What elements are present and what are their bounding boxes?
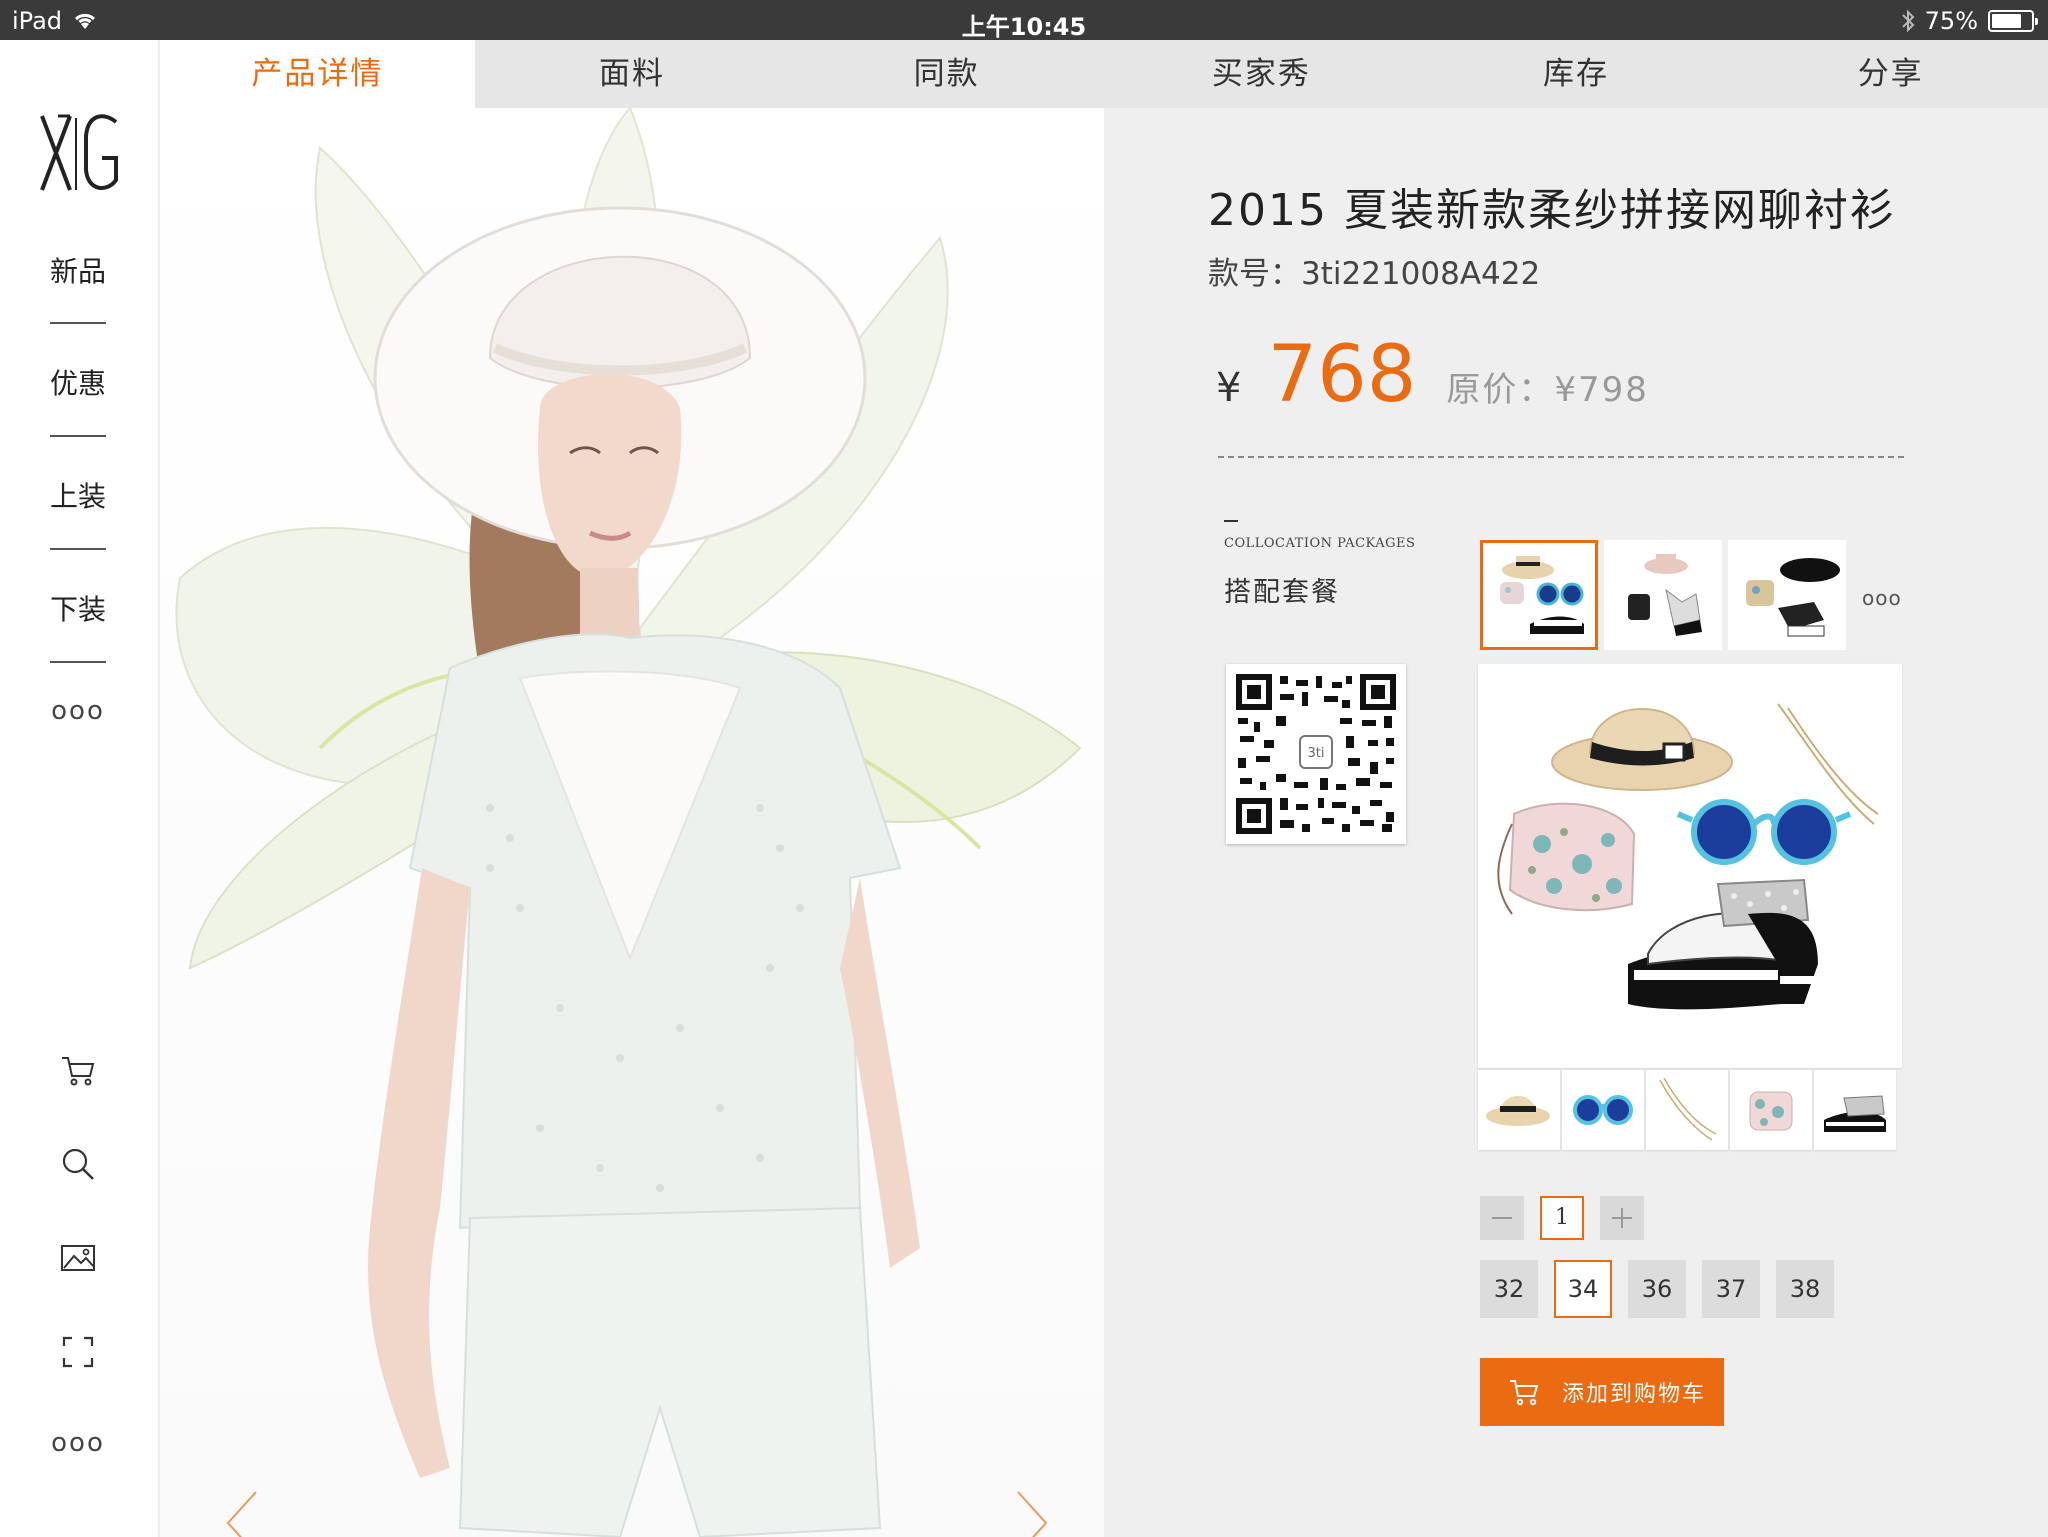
package-thumb[interactable] [1728, 540, 1846, 650]
package-mark [1224, 520, 1238, 522]
package-item-thumb[interactable] [1562, 1070, 1644, 1150]
tab-inventory[interactable]: 库存 [1419, 40, 1734, 108]
battery-fill [1992, 14, 2021, 28]
image-icon[interactable] [58, 1238, 98, 1278]
necklace-thumb-image [1659, 1077, 1717, 1141]
model-photo [175, 108, 1082, 1537]
qr-code: 3ti [1226, 664, 1406, 844]
sidebar-item-discount[interactable]: 优惠 [0, 362, 156, 402]
product-sku: 款号：3ti221008A422 [1208, 256, 1541, 292]
package-large-image [1478, 664, 1902, 1068]
status-bar: iPad 上午10:45 75% [0, 0, 2048, 41]
product-title: 2015 夏装新款柔纱拼接网聊衬衫 [1208, 185, 1896, 236]
tab-fabric[interactable]: 面料 [475, 40, 790, 108]
sidebar-item-new[interactable]: 新品 [0, 250, 156, 290]
minus-icon [1492, 1217, 1512, 1219]
size-option[interactable]: 38 [1776, 1260, 1834, 1318]
previous-image-arrow-icon[interactable] [222, 1488, 262, 1537]
package-thumb-image [1628, 554, 1702, 636]
package-thumb-image [1500, 556, 1584, 634]
bluetooth-icon [1901, 9, 1915, 33]
tab-product-details[interactable]: 产品详情 [160, 40, 475, 108]
package-thumb[interactable] [1480, 540, 1598, 650]
add-to-cart-button[interactable]: 添加到购物车 [1480, 1358, 1724, 1426]
add-to-cart-label: 添加到购物车 [1562, 1382, 1707, 1407]
original-price: 原价：¥798 [1446, 370, 1649, 410]
sidebar-bottom-more-button[interactable]: ooo [0, 1428, 156, 1458]
sidebar-divider [50, 322, 106, 324]
tab-buyer-show[interactable]: 买家秀 [1104, 40, 1419, 108]
sidebar-more-button[interactable]: ooo [0, 696, 156, 726]
brand-logo[interactable] [36, 108, 122, 196]
scan-icon[interactable] [58, 1332, 98, 1372]
package-thumb[interactable] [1604, 540, 1722, 650]
sidebar-divider [50, 435, 106, 437]
package-title-en: COLLOCATION PACKAGES [1224, 536, 1416, 551]
tab-same-style[interactable]: 同款 [789, 40, 1104, 108]
tab-share[interactable]: 分享 [1733, 40, 2048, 108]
sidebar: 新品 优惠 上装 下装 ooo ooo [0, 40, 160, 1537]
dashed-divider [1218, 456, 1904, 458]
tab-bar: 产品详情 面料 同款 买家秀 库存 分享 [160, 40, 2048, 108]
status-time: 上午10:45 [961, 13, 1087, 41]
sidebar-divider [50, 548, 106, 550]
size-option[interactable]: 32 [1480, 1260, 1538, 1318]
price-row: ¥ 768 原价：¥798 [1216, 330, 1649, 420]
battery-percent: 75% [1924, 7, 1978, 35]
sidebar-divider [50, 661, 106, 663]
status-right: 75% [1901, 7, 2038, 35]
product-detail-panel: 2015 夏装新款柔纱拼接网聊衬衫 款号：3ti221008A422 ¥ 768… [1104, 108, 2048, 1537]
next-image-arrow-icon[interactable] [1012, 1488, 1052, 1537]
battery-icon [1988, 10, 2038, 32]
qr-badge: 3ti [1308, 746, 1325, 761]
quantity-input[interactable]: 1 [1540, 1196, 1584, 1240]
qr-code-graphic: 3ti [1236, 674, 1396, 834]
current-price: 768 [1267, 330, 1417, 420]
sidebar-item-bottoms[interactable]: 下装 [0, 588, 156, 628]
currency-symbol: ¥ [1216, 365, 1242, 411]
size-option-selected[interactable]: 34 [1554, 1260, 1612, 1318]
sandals-thumb-image [1824, 1095, 1886, 1132]
bag-thumb-image [1749, 1091, 1793, 1131]
sunglasses-thumb-image [1573, 1095, 1633, 1125]
quantity-decrease-button[interactable] [1480, 1196, 1524, 1240]
sidebar-item-tops[interactable]: 上装 [0, 475, 156, 515]
package-item-thumb[interactable] [1478, 1070, 1560, 1150]
plus-icon [1612, 1208, 1632, 1228]
package-item-thumb[interactable] [1814, 1070, 1896, 1150]
size-option[interactable]: 36 [1628, 1260, 1686, 1318]
package-title: 搭配套餐 [1224, 577, 1340, 608]
search-icon[interactable] [58, 1144, 98, 1184]
quantity-increase-button[interactable] [1600, 1196, 1644, 1240]
package-large-graphic [1497, 703, 1879, 1010]
product-hero-image [160, 108, 1104, 1537]
package-item-thumb[interactable] [1646, 1070, 1728, 1150]
hat-thumb-image [1486, 1096, 1550, 1126]
package-item-thumb[interactable] [1730, 1070, 1812, 1150]
cart-icon[interactable] [58, 1050, 98, 1090]
more-packages-button[interactable]: ooo [1862, 586, 1902, 610]
package-thumb-image [1746, 558, 1840, 637]
cart-icon [1510, 1380, 1539, 1406]
size-option[interactable]: 37 [1702, 1260, 1760, 1318]
